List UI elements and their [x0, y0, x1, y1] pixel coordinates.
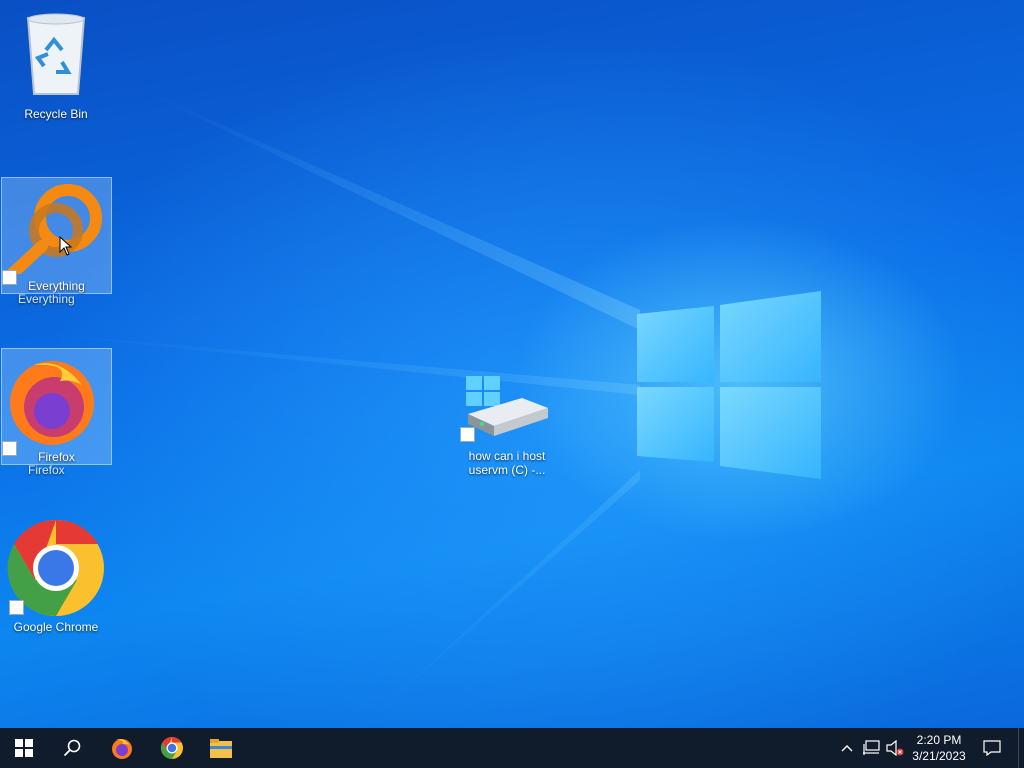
- network-icon: [863, 740, 880, 755]
- volume-muted-icon: [886, 740, 904, 756]
- mouse-cursor-icon: [59, 236, 73, 256]
- search-button[interactable]: [48, 728, 96, 768]
- start-button[interactable]: [0, 728, 48, 768]
- shortcut-arrow-icon: [460, 427, 475, 442]
- search-icon: [63, 739, 81, 757]
- wallpaper: [0, 80, 821, 728]
- taskbar-firefox-button[interactable]: [98, 728, 146, 768]
- volume-button[interactable]: [884, 728, 906, 768]
- firefox-icon: [112, 739, 132, 759]
- network-button[interactable]: [860, 728, 882, 768]
- clock-date: 3/21/2023: [912, 749, 966, 763]
- chrome-icon: [161, 737, 183, 759]
- firefox-logo-icon: [10, 361, 94, 445]
- taskbar-clock[interactable]: 2:20 PM 3/21/2023: [904, 732, 974, 764]
- hard-drive-icon: [466, 376, 548, 436]
- firefox-label: Firefox: [38, 450, 75, 464]
- google-chrome-label: Google Chrome: [13, 620, 99, 634]
- recycle-bin-icon[interactable]: Recycle Bin: [1, 8, 111, 121]
- everything-label: Everything: [28, 279, 85, 293]
- recycle-bin-label: Recycle Bin: [24, 107, 88, 121]
- chevron-up-icon: [841, 745, 853, 752]
- action-center-button[interactable]: [978, 728, 1006, 768]
- everything-drag-label: Everything: [18, 292, 75, 306]
- firefox-desktop-icon[interactable]: Firefox Firefox: [1, 348, 112, 477]
- clock-time: 2:20 PM: [916, 733, 962, 747]
- everything-magnifier-icon: [6, 184, 102, 274]
- google-chrome-desktop-icon[interactable]: Google Chrome: [1, 518, 111, 634]
- drive-shortcut-icon[interactable]: how can i host uservm (C) -...: [452, 372, 564, 482]
- taskbar-chrome-button[interactable]: [148, 728, 196, 768]
- firefox-drag-label: Firefox: [28, 463, 65, 477]
- taskbar-file-explorer-button[interactable]: [197, 728, 245, 768]
- start-icon: [15, 739, 33, 757]
- shortcut-arrow-icon: [9, 600, 24, 615]
- drive-shortcut-label: how can i host uservm (C) -...: [468, 449, 546, 477]
- desktop[interactable]: Recycle Bin Everything Everything Firefo…: [0, 0, 1024, 728]
- windows-logo: [637, 291, 821, 479]
- notification-icon: [983, 740, 1001, 756]
- show-desktop-button[interactable]: [1018, 728, 1024, 768]
- recycle-bin-glyph-icon: [26, 13, 86, 95]
- file-explorer-icon: [210, 739, 232, 758]
- taskbar: 2:20 PM 3/21/2023: [0, 728, 1024, 768]
- everything-icon[interactable]: Everything Everything: [1, 177, 112, 306]
- show-hidden-icons-button[interactable]: [838, 728, 856, 768]
